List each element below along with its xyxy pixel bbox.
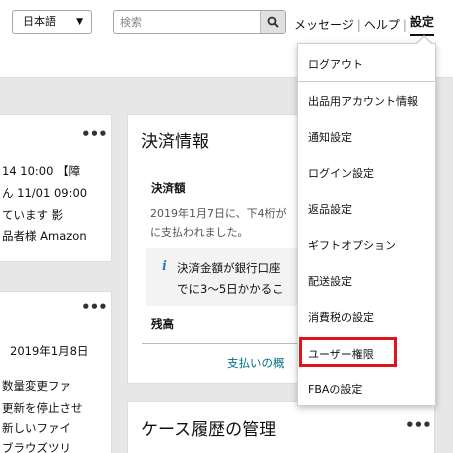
left-card-top: ••• 14 10:00 【障 ん 11/01 09:00 ています 影 品者様…: [0, 114, 112, 262]
news-line: 数量変更ファ: [2, 379, 71, 393]
menu-item-tax-settings[interactable]: 消費税の設定: [308, 309, 374, 325]
language-select[interactable]: 日本語 ▼: [12, 10, 92, 34]
info-box: i 決済金額が銀行口座 でに3～5日かかるこ: [146, 248, 312, 306]
payment-summary-link[interactable]: 支払いの概: [227, 355, 285, 371]
menu-item-notifications[interactable]: 通知設定: [308, 129, 352, 145]
menu-item-account-info[interactable]: 出品用アカウント情報: [308, 93, 418, 109]
news-line: ブラウズツリ: [2, 441, 71, 453]
news-line: 品者様 Amazon: [2, 229, 87, 243]
amount-text: 2019年1月7日に、下4桁が: [150, 207, 287, 220]
news-line: 新しいファイ: [2, 421, 71, 435]
language-select-value: 日本語: [23, 15, 56, 28]
menu-item-fba-settings[interactable]: FBAの設定: [308, 381, 362, 397]
highlight-box: [299, 337, 397, 367]
menu-item-login-settings[interactable]: ログイン設定: [308, 165, 374, 181]
more-options-icon[interactable]: •••: [81, 125, 108, 143]
info-icon: i: [162, 259, 167, 274]
case-history-card: ケース履歴の管理 •••: [127, 401, 435, 453]
nav-messages-link[interactable]: メッセージ: [294, 16, 354, 33]
more-options-icon[interactable]: •••: [81, 298, 108, 316]
left-card-bottom: ••• 2019年1月8日 数量変更ファ 更新を停止させ 新しいファイ ブラウズ…: [0, 291, 112, 453]
divider: [142, 343, 312, 344]
menu-item-logout[interactable]: ログアウト: [308, 56, 363, 72]
dropdown-caret-inner: [417, 37, 431, 44]
nav-help-link[interactable]: ヘルプ: [364, 16, 400, 33]
search-button[interactable]: [260, 11, 285, 33]
nav-separator: |: [402, 17, 407, 32]
search-input[interactable]: [114, 11, 259, 33]
news-line: 更新を停止させ: [2, 401, 83, 415]
news-line: ています 影: [2, 208, 64, 222]
amount-text: に支払われました。: [150, 226, 249, 239]
top-nav: メッセージ | ヘルプ | 設定: [294, 13, 434, 36]
news-date: 2019年1月8日: [10, 344, 89, 358]
menu-divider: [298, 81, 435, 82]
info-text: でに3～5日かかるこ: [177, 282, 284, 296]
chevron-down-icon: ▼: [76, 17, 83, 27]
menu-item-gift-options[interactable]: ギフトオプション: [308, 237, 396, 253]
info-text: 決済金額が銀行口座: [177, 261, 281, 275]
search-box: [113, 10, 286, 34]
nav-separator: |: [356, 17, 361, 32]
payment-card: 決済情報 決済額 2019年1月7日に、下4桁が に支払われました。 i 決済金…: [127, 114, 312, 384]
menu-item-shipping-settings[interactable]: 配送設定: [308, 273, 352, 289]
news-line: 14 10:00 【障: [2, 164, 81, 178]
search-icon: [267, 16, 279, 28]
case-history-title: ケース履歴の管理: [141, 420, 277, 440]
amount-label: 決済額: [151, 181, 186, 195]
nav-settings-link[interactable]: 設定: [409, 13, 434, 36]
payment-card-title: 決済情報: [141, 132, 209, 152]
news-line: ん 11/01 09:00: [2, 186, 88, 200]
menu-item-return-settings[interactable]: 返品設定: [308, 201, 352, 217]
balance-label: 残高: [151, 317, 174, 331]
more-options-icon[interactable]: •••: [405, 416, 432, 434]
